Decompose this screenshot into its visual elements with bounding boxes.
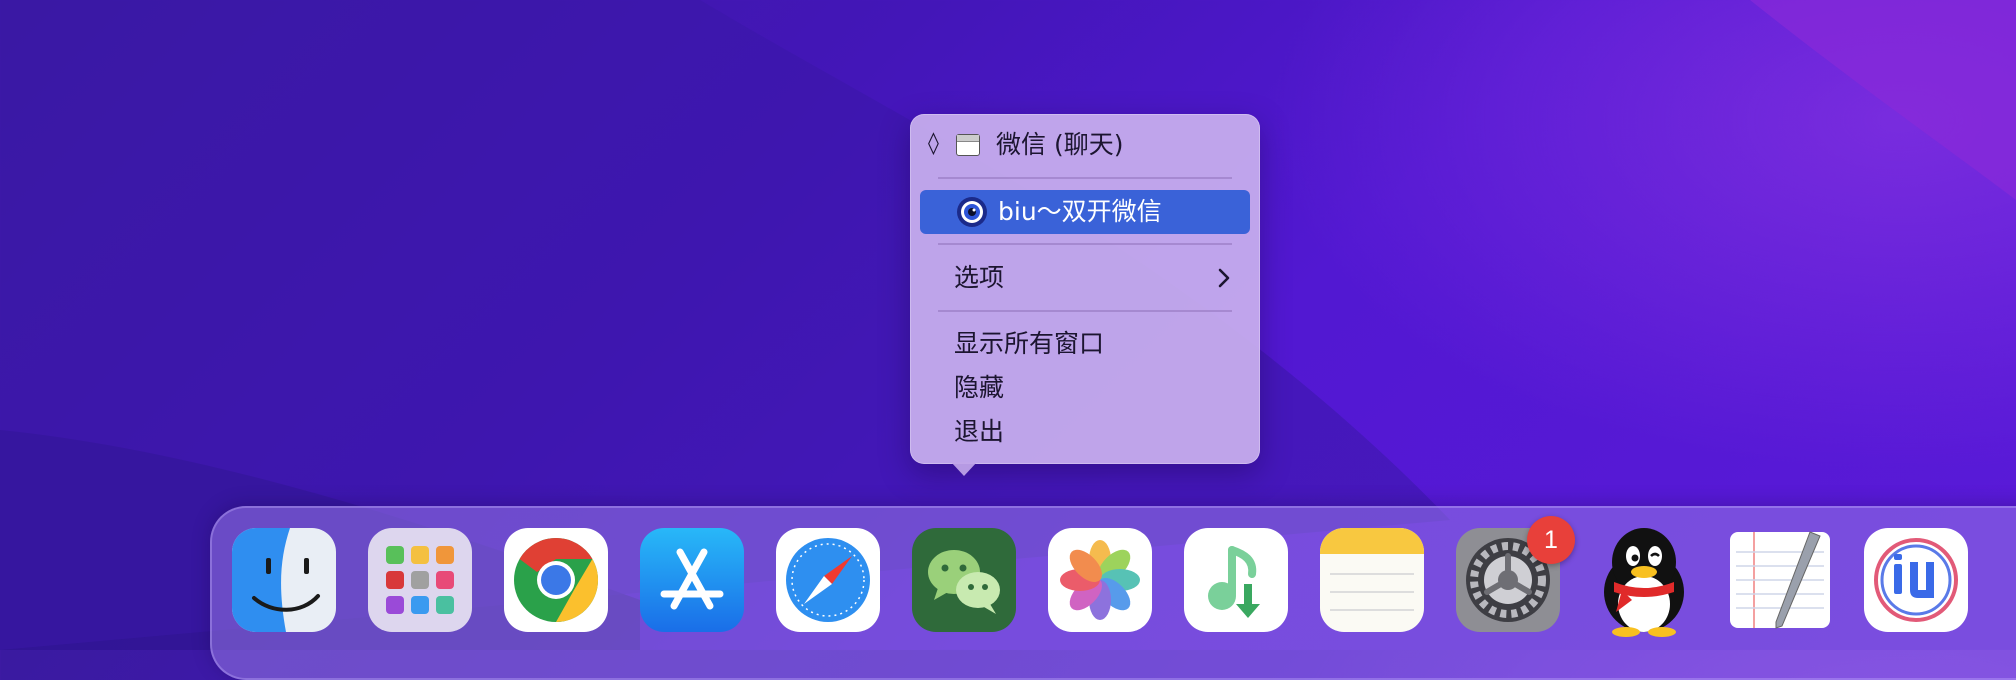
menu-separator [938, 177, 1232, 179]
safari-icon[interactable] [776, 528, 880, 632]
show-all-windows-item[interactable]: 显示所有窗口 [954, 326, 1104, 362]
notification-badge: 1 [1527, 516, 1575, 564]
eye-logo-icon [956, 196, 988, 228]
window-icon [956, 134, 980, 156]
qq-icon[interactable] [1592, 520, 1696, 638]
notes-icon[interactable] [1320, 528, 1424, 632]
options-item[interactable]: 选项 [910, 260, 1260, 300]
window-item-label: 微信 (聊天) [996, 130, 1124, 159]
menu-separator [938, 243, 1232, 245]
photos-icon[interactable] [1048, 528, 1152, 632]
chevron-right-icon [1216, 266, 1232, 294]
menu-separator [938, 310, 1232, 312]
hide-item[interactable]: 隐藏 [954, 370, 1004, 406]
textedit-icon[interactable] [1728, 528, 1832, 632]
diamond-icon: ◊ [928, 131, 939, 156]
app-store-icon[interactable] [640, 528, 744, 632]
finder-icon[interactable] [232, 528, 336, 632]
wechat-icon[interactable] [912, 528, 1016, 632]
iu-app-icon[interactable] [1864, 528, 1968, 632]
dock-context-menu: ◊ 微信 (聊天) biu～双开微信 选项 显示所有窗口 隐藏 退出 [910, 114, 1260, 464]
music-downloader-icon[interactable] [1184, 528, 1288, 632]
options-label: 选项 [954, 263, 1005, 292]
biu-dual-wechat-label: biu～双开微信 [998, 197, 1162, 226]
launchpad-icon[interactable] [368, 528, 472, 632]
chrome-icon[interactable] [504, 528, 608, 632]
quit-item[interactable]: 退出 [954, 414, 1004, 450]
menu-pointer [951, 462, 977, 476]
window-item[interactable]: ◊ 微信 (聊天) [910, 114, 1260, 174]
biu-dual-wechat-item[interactable]: biu～双开微信 [920, 190, 1250, 234]
